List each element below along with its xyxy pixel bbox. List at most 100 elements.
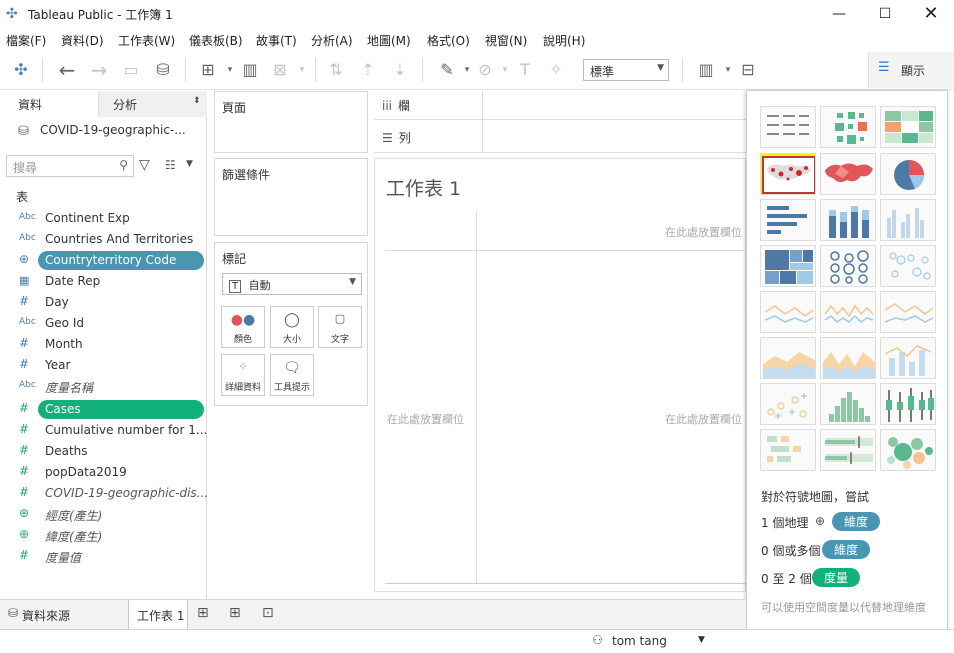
- new-datasource-icon[interactable]: ⛁: [152, 60, 174, 80]
- label-button[interactable]: ▢ 文字: [318, 306, 362, 348]
- presentation-mode-icon[interactable]: ⊟: [737, 60, 759, 80]
- menu-window[interactable]: 視窗(N): [485, 32, 527, 49]
- drop-field-center[interactable]: 在此處放置欄位: [665, 411, 742, 427]
- chart-filled-map[interactable]: [820, 153, 876, 195]
- new-sheet-dropdown-icon[interactable]: ▾: [219, 60, 241, 80]
- chart-bullet[interactable]: [820, 429, 876, 471]
- field-item[interactable]: Abc Continent Exp: [0, 208, 207, 229]
- datasource-name[interactable]: COVID-19-geographic-...: [40, 123, 186, 137]
- chart-gantt[interactable]: [760, 429, 816, 471]
- rows-shelf[interactable]: ☰ 列: [374, 121, 746, 153]
- tooltip-button[interactable]: 🗨 工具提示: [270, 354, 314, 396]
- field-item[interactable]: ⊕ 緯度(產生): [0, 525, 207, 546]
- menu-worksheet[interactable]: 工作表(W): [118, 32, 175, 49]
- chart-side-by-side-circles[interactable]: [880, 245, 936, 287]
- menu-format[interactable]: 格式(O): [427, 32, 470, 49]
- field-item[interactable]: # Month: [0, 334, 207, 355]
- duplicate-sheet-icon[interactable]: ▥: [239, 60, 261, 80]
- datasource-tab[interactable]: ⛁ 資料來源: [0, 600, 120, 629]
- chart-circle-views[interactable]: [820, 245, 876, 287]
- new-worksheet-icon[interactable]: ⊞: [197, 605, 209, 621]
- chart-discrete-lines[interactable]: [820, 291, 876, 333]
- chart-text-table[interactable]: [760, 106, 816, 148]
- minimize-button[interactable]: —: [816, 0, 862, 30]
- menu-help[interactable]: 說明(H): [543, 32, 585, 49]
- number-icon: #: [19, 548, 30, 562]
- field-name: Day: [45, 295, 69, 309]
- filter-icon[interactable]: ▽: [139, 157, 150, 173]
- field-item[interactable]: Abc Countries And Territories: [0, 229, 207, 250]
- menu-story[interactable]: 故事(T): [256, 32, 297, 49]
- field-item[interactable]: ▦ Date Rep: [0, 271, 207, 292]
- columns-label: 欄: [398, 99, 411, 113]
- menu-dashboard[interactable]: 儀表板(B): [189, 32, 243, 49]
- show-me-button[interactable]: ☰ 顯示: [868, 52, 954, 88]
- maximize-button[interactable]: ☐: [862, 0, 908, 30]
- fit-select[interactable]: 標準 ▼: [583, 59, 669, 81]
- field-item[interactable]: # COVID-19-geographic-dis...: [0, 483, 208, 504]
- drop-field-rows[interactable]: 在此處放置欄位: [387, 411, 464, 427]
- chart-symbol-map[interactable]: [760, 153, 816, 195]
- menu-map[interactable]: 地圖(M): [367, 32, 411, 49]
- field-item[interactable]: # Year: [0, 355, 207, 376]
- menu-analysis[interactable]: 分析(A): [311, 32, 353, 49]
- field-item[interactable]: # Deaths: [0, 441, 207, 462]
- filters-shelf[interactable]: 篩選條件: [214, 158, 368, 236]
- chart-pie[interactable]: [880, 153, 936, 195]
- chart-area-continuous[interactable]: [760, 337, 816, 379]
- color-button[interactable]: ●● 顏色: [221, 306, 265, 348]
- new-sheet-icon[interactable]: ⊞: [197, 60, 219, 80]
- drop-field-columns[interactable]: 在此處放置欄位: [665, 224, 742, 240]
- show-cards-icon[interactable]: ▥: [695, 60, 717, 80]
- view-options-icon[interactable]: ☷: [165, 158, 176, 172]
- field-item[interactable]: # Day: [0, 292, 207, 313]
- columns-shelf[interactable]: iii 欄: [374, 91, 746, 120]
- undo-icon[interactable]: ←: [56, 60, 78, 80]
- field-item[interactable]: Abc Geo Id: [0, 313, 207, 334]
- chart-highlight-table[interactable]: [880, 106, 936, 148]
- chart-side-by-side-bars[interactable]: [880, 199, 936, 241]
- close-button[interactable]: ✕: [908, 0, 954, 30]
- pages-shelf[interactable]: 頁面: [214, 91, 368, 153]
- new-story-icon[interactable]: ⊡: [262, 605, 274, 621]
- chart-histogram[interactable]: [820, 383, 876, 425]
- chart-area-discrete[interactable]: [820, 337, 876, 379]
- field-item[interactable]: # Cumulative number for 1...: [0, 420, 207, 441]
- field-item[interactable]: ⊕ 經度(產生): [0, 504, 207, 525]
- show-me-icon: ☰: [878, 60, 890, 75]
- field-item[interactable]: Abc 度量名稱: [0, 376, 207, 397]
- chart-box-whisker[interactable]: [880, 383, 936, 425]
- show-cards-dropdown-icon[interactable]: ▾: [717, 60, 739, 80]
- chart-dual-combination[interactable]: [880, 337, 936, 379]
- menu-data[interactable]: 資料(D): [61, 32, 104, 49]
- size-button[interactable]: ◯ 大小: [270, 306, 314, 348]
- field-item[interactable]: # 度量值: [0, 546, 207, 567]
- field-item-selected[interactable]: # Cases: [0, 399, 207, 420]
- sheet-title[interactable]: 工作表 1: [386, 174, 461, 201]
- chart-stacked-bars[interactable]: [820, 199, 876, 241]
- chart-heat-map[interactable]: [820, 106, 876, 148]
- mark-type-select[interactable]: T 自動 ▼: [222, 273, 362, 295]
- chart-treemap[interactable]: [760, 245, 816, 287]
- chart-packed-bubbles[interactable]: [880, 429, 936, 471]
- field-item[interactable]: # popData2019: [0, 462, 207, 483]
- sheet-tab[interactable]: 工作表 1: [128, 600, 188, 629]
- chart-scatter-plot[interactable]: [760, 383, 816, 425]
- highlight-icon[interactable]: ✎: [436, 60, 458, 80]
- tab-analysis[interactable]: 分析 ⬍: [98, 91, 207, 117]
- user-menu[interactable]: ⚇ tom tang ▼: [586, 631, 712, 652]
- chart-continuous-lines[interactable]: [760, 291, 816, 333]
- field-item-selected[interactable]: ⊕ Countryterritory Code: [0, 250, 207, 271]
- tableau-home-icon[interactable]: ✣: [10, 60, 32, 80]
- chart-horizontal-bars[interactable]: [760, 199, 816, 241]
- detail-button[interactable]: ⁘ 詳細資料: [221, 354, 265, 396]
- view-options-dropdown-icon[interactable]: ▼: [186, 159, 193, 169]
- search-field[interactable]: 搜尋 ⚲: [6, 155, 134, 177]
- field-name: Year: [45, 358, 71, 372]
- continuous-lines-icon: [764, 305, 814, 323]
- tab-data[interactable]: 資料: [0, 91, 98, 117]
- menu-file[interactable]: 檔案(F): [6, 32, 46, 49]
- view-canvas[interactable]: 工作表 1 在此處放置欄位 在此處放置欄位 在此處放置欄位: [374, 158, 747, 592]
- new-dashboard-icon[interactable]: ⊞: [229, 605, 241, 621]
- chart-dual-lines[interactable]: [880, 291, 936, 333]
